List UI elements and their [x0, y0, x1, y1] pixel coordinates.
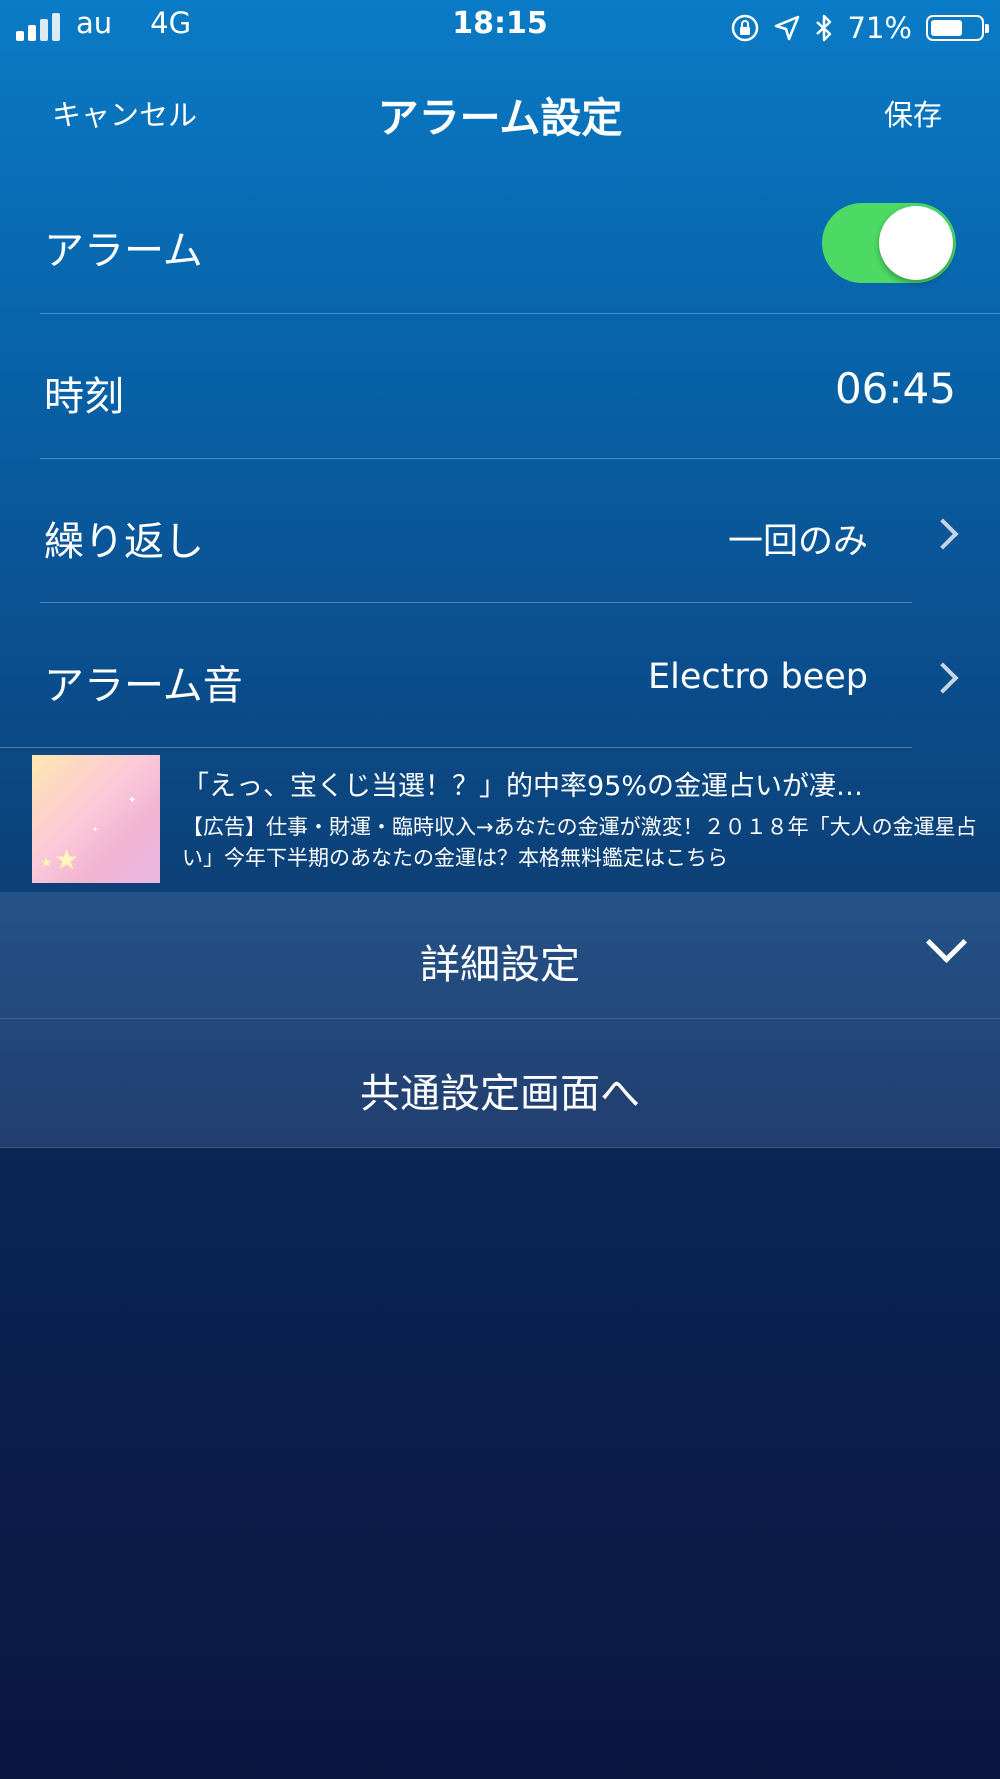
location-icon [774, 15, 799, 41]
alarm-label: アラーム [44, 228, 203, 274]
ad-thumbnail[interactable]: ★ ★ ✦ ✦ [32, 755, 160, 883]
common-settings-label: 共通設定画面へ [360, 1071, 640, 1117]
alarm-toggle[interactable] [822, 203, 956, 283]
toggle-knob [879, 206, 953, 280]
battery-icon [926, 15, 989, 41]
time-value: 06:45 [834, 364, 956, 413]
rotation-lock-icon [731, 14, 758, 42]
time-label: 時刻 [44, 374, 124, 420]
ad-title[interactable]: 「えっ、宝くじ当選！？」的中率95%の金運占いが凄… [182, 764, 863, 803]
advanced-settings-button[interactable]: 詳細設定 [0, 892, 1000, 1018]
sound-row[interactable]: アラーム音 Electro beep [0, 603, 1000, 747]
repeat-value: 一回のみ [727, 522, 868, 562]
bluetooth-icon [815, 14, 831, 42]
chevron-right-icon [927, 662, 959, 694]
chevron-right-icon [927, 518, 959, 550]
repeat-label: 繰り返し [44, 519, 204, 565]
status-right: 71% [730, 6, 989, 50]
sound-value: Electro beep [648, 657, 868, 697]
divider [0, 1147, 1000, 1148]
common-settings-button[interactable]: 共通設定画面へ [0, 1019, 1000, 1147]
battery-percent: 71% [847, 11, 912, 45]
ad-body[interactable]: 【広告】仕事・財運・臨時収入→あなたの金運が激変！２０１８年「大人の金運星占い」… [182, 812, 982, 874]
time-row[interactable]: 時刻 06:45 [0, 314, 1000, 458]
advanced-settings-label: 詳細設定 [420, 942, 580, 988]
page-title: アラーム設定 [377, 94, 623, 142]
sound-label: アラーム音 [44, 663, 243, 709]
save-button[interactable]: 保存 [884, 92, 942, 134]
status-bar: au 4G 18:15 71% [0, 0, 1000, 56]
repeat-row[interactable]: 繰り返し 一回のみ [0, 459, 1000, 602]
